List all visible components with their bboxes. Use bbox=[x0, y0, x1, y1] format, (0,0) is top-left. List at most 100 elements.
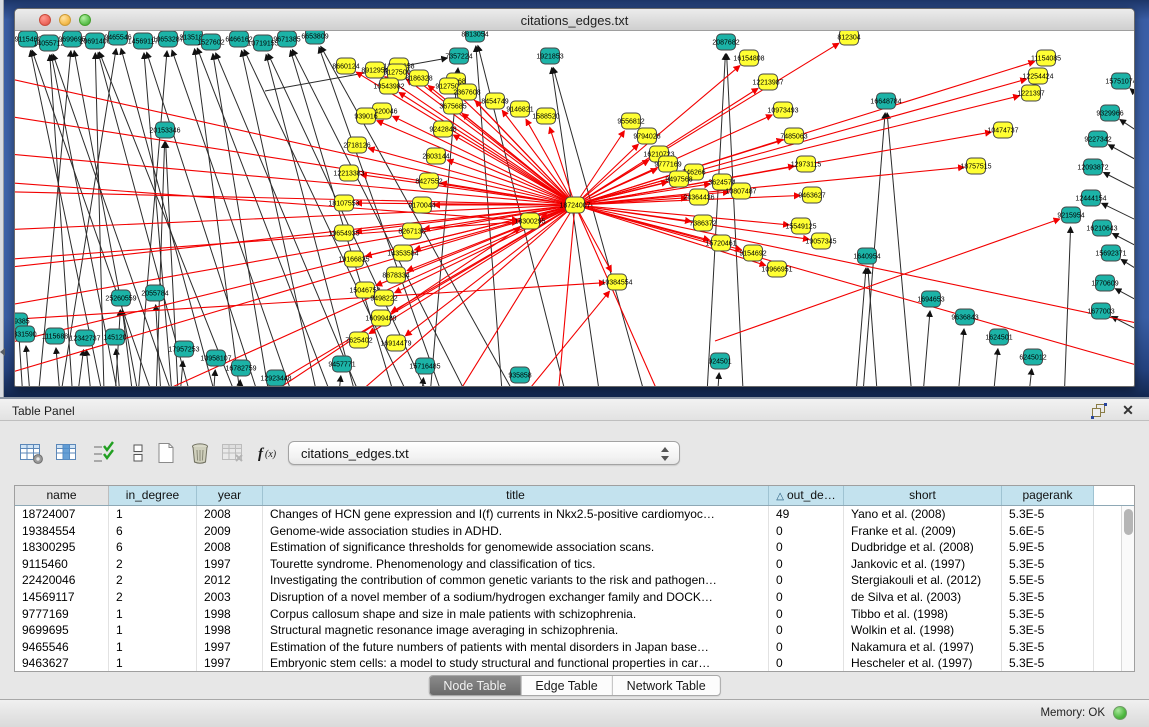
table-selector-dropdown[interactable]: citations_edges.txt bbox=[288, 441, 680, 465]
graph-node[interactable]: 10958107 bbox=[200, 350, 231, 366]
graph-node[interactable]: 9329966 bbox=[1096, 105, 1123, 121]
graph-node[interactable]: 16648784 bbox=[870, 93, 901, 109]
graph-node[interactable]: 8813054 bbox=[461, 31, 488, 42]
graph-node[interactable]: 9457771 bbox=[328, 356, 355, 372]
graph-node[interactable]: 20153346 bbox=[149, 122, 180, 138]
graph-node[interactable]: 331590 bbox=[15, 326, 37, 342]
graph-node[interactable]: 18757515 bbox=[960, 158, 991, 174]
graph-node[interactable]: 1221397 bbox=[1017, 85, 1044, 101]
table-row[interactable]: 1938455462009Genome-wide association stu… bbox=[15, 523, 1121, 540]
left-splitter-strip[interactable] bbox=[0, 0, 4, 397]
graph-node[interactable]: 1770609 bbox=[1091, 275, 1118, 291]
graph-node[interactable]: 16154808 bbox=[733, 50, 764, 66]
graph-node[interactable]: 1640954 bbox=[853, 248, 880, 264]
graph-node[interactable]: 1624501 bbox=[985, 329, 1012, 345]
graph-node[interactable]: 8878334 bbox=[382, 267, 409, 283]
table-row[interactable]: 1872400712008Changes of HCN gene express… bbox=[15, 506, 1121, 523]
graph-node[interactable]: 2718126 bbox=[343, 137, 370, 153]
graph-node[interactable]: 8267130 bbox=[398, 223, 425, 239]
graph-node[interactable]: 19166825 bbox=[338, 251, 369, 267]
network-window-titlebar[interactable]: citations_edges.txt bbox=[15, 9, 1134, 31]
graph-node[interactable]: 8660124 bbox=[332, 58, 359, 74]
tab-network-table[interactable]: Network Table bbox=[613, 676, 720, 695]
graph-node[interactable]: 9794028 bbox=[633, 128, 660, 144]
function-builder-icon[interactable]: f(x) bbox=[256, 439, 284, 467]
graph-node[interactable]: 6245012 bbox=[1019, 349, 1046, 365]
graph-node[interactable]: 924501 bbox=[708, 353, 731, 369]
table-mode-icon[interactable] bbox=[18, 439, 46, 467]
row-height-icon[interactable] bbox=[124, 439, 152, 467]
float-window-icon[interactable] bbox=[1091, 403, 1109, 419]
table-row[interactable]: 911546021997Tourette syndrome. Phenomeno… bbox=[15, 556, 1121, 573]
column-header-year[interactable]: year bbox=[197, 486, 263, 505]
graph-node[interactable]: 1694653 bbox=[917, 291, 944, 307]
column-header-outde[interactable]: △out_de… bbox=[769, 486, 844, 505]
close-panel-icon[interactable]: ✕ bbox=[1119, 403, 1137, 419]
graph-node[interactable]: 935858 bbox=[508, 367, 531, 383]
new-column-icon[interactable] bbox=[152, 439, 180, 467]
graph-node[interactable]: 11154085 bbox=[1031, 50, 1061, 66]
graph-node[interactable]: 9227342 bbox=[1084, 131, 1111, 147]
graph-node[interactable]: 16914479 bbox=[380, 335, 411, 351]
graph-node[interactable]: 9170044 bbox=[408, 197, 435, 213]
graph-node[interactable]: 1588520 bbox=[532, 108, 559, 124]
network-view-canvas[interactable]: 1872400718300295193845548660124891295413… bbox=[15, 31, 1134, 386]
graph-node[interactable]: 1527602 bbox=[197, 34, 224, 50]
graph-node[interactable]: 939016 bbox=[354, 108, 377, 124]
graph-node[interactable]: 17957253 bbox=[168, 341, 199, 357]
graph-node[interactable]: 7357224 bbox=[445, 48, 472, 64]
graph-node[interactable]: 15751074 bbox=[1105, 73, 1134, 89]
splitter-collapse-icon[interactable] bbox=[0, 348, 5, 356]
graph-node[interactable]: 2087682 bbox=[712, 34, 739, 50]
column-header-pagerank[interactable]: pagerank bbox=[1002, 486, 1094, 505]
tab-edge-table[interactable]: Edge Table bbox=[521, 676, 612, 695]
table-panel-titlebar[interactable]: Table Panel ✕ bbox=[0, 397, 1149, 421]
graph-node[interactable]: 15549125 bbox=[785, 218, 816, 234]
graph-node[interactable]: 9498222 bbox=[370, 290, 397, 306]
graph-node[interactable]: 8454749 bbox=[481, 93, 508, 109]
graph-node[interactable]: 9636843 bbox=[951, 309, 978, 325]
show-columns-icon[interactable] bbox=[54, 439, 82, 467]
graph-node[interactable]: 12213987 bbox=[752, 74, 783, 90]
column-header-name[interactable]: name bbox=[15, 486, 109, 505]
graph-node[interactable]: 9463627 bbox=[798, 187, 825, 203]
graph-node[interactable]: 145120 bbox=[103, 329, 126, 345]
column-header-indegree[interactable]: in_degree bbox=[109, 486, 197, 505]
graph-node[interactable]: 9671385 bbox=[273, 31, 300, 47]
table-row[interactable]: 1456911722003Disruption of a novel membe… bbox=[15, 589, 1121, 606]
table-row[interactable]: 977716911998Corpus callosum shape and si… bbox=[15, 606, 1121, 623]
network-window[interactable]: citations_edges.txt 18724007183002951938… bbox=[14, 8, 1135, 387]
column-header-title[interactable]: title bbox=[263, 486, 769, 505]
select-mode-icon[interactable] bbox=[90, 439, 118, 467]
graph-node[interactable]: 9556812 bbox=[617, 113, 644, 129]
graph-node[interactable]: 25260559 bbox=[105, 290, 136, 306]
table-row[interactable]: 946554611997Estimation of the future num… bbox=[15, 639, 1121, 656]
scrollbar-thumb[interactable] bbox=[1124, 509, 1133, 535]
tab-node-table[interactable]: Node Table bbox=[429, 676, 521, 695]
graph-node[interactable]: 12973115 bbox=[791, 156, 822, 172]
graph-node[interactable]: 10966951 bbox=[761, 261, 792, 277]
graph-node[interactable]: 1115688 bbox=[42, 328, 68, 344]
graph-node[interactable]: 9215954 bbox=[1057, 207, 1084, 223]
table-row[interactable]: 1830029562008Estimation of significance … bbox=[15, 539, 1121, 556]
graph-node[interactable]: 8186328 bbox=[405, 70, 432, 86]
graph-node[interactable]: 15720461 bbox=[705, 235, 736, 251]
table-row[interactable]: 969969511998Structural magnetic resonanc… bbox=[15, 622, 1121, 639]
citation-network-graph[interactable]: 1872400718300295193845548660124891295413… bbox=[15, 31, 1134, 386]
graph-node[interactable]: 6653809 bbox=[301, 31, 328, 44]
table-vertical-scrollbar[interactable] bbox=[1121, 506, 1134, 671]
column-header-short[interactable]: short bbox=[844, 486, 1002, 505]
graph-node[interactable]: 1677003 bbox=[1087, 303, 1114, 319]
graph-node[interactable]: 7625402 bbox=[345, 332, 372, 348]
graph-node[interactable]: 19057345 bbox=[805, 233, 836, 249]
graph-node[interactable]: 8427552 bbox=[415, 173, 442, 189]
table-body[interactable]: 1872400712008Changes of HCN gene express… bbox=[15, 506, 1121, 671]
delete-columns-icon[interactable] bbox=[186, 439, 214, 467]
graph-node[interactable]: 10474737 bbox=[987, 122, 1018, 138]
graph-node[interactable]: 15716485 bbox=[409, 358, 440, 374]
graph-node[interactable]: 15692371 bbox=[1095, 245, 1126, 261]
graph-node[interactable]: 9146821 bbox=[506, 101, 533, 117]
graph-node[interactable]: 12342737 bbox=[69, 330, 100, 346]
table-row[interactable]: 2242004622012Investigating the contribut… bbox=[15, 572, 1121, 589]
graph-node[interactable]: 12254424 bbox=[1022, 68, 1053, 84]
